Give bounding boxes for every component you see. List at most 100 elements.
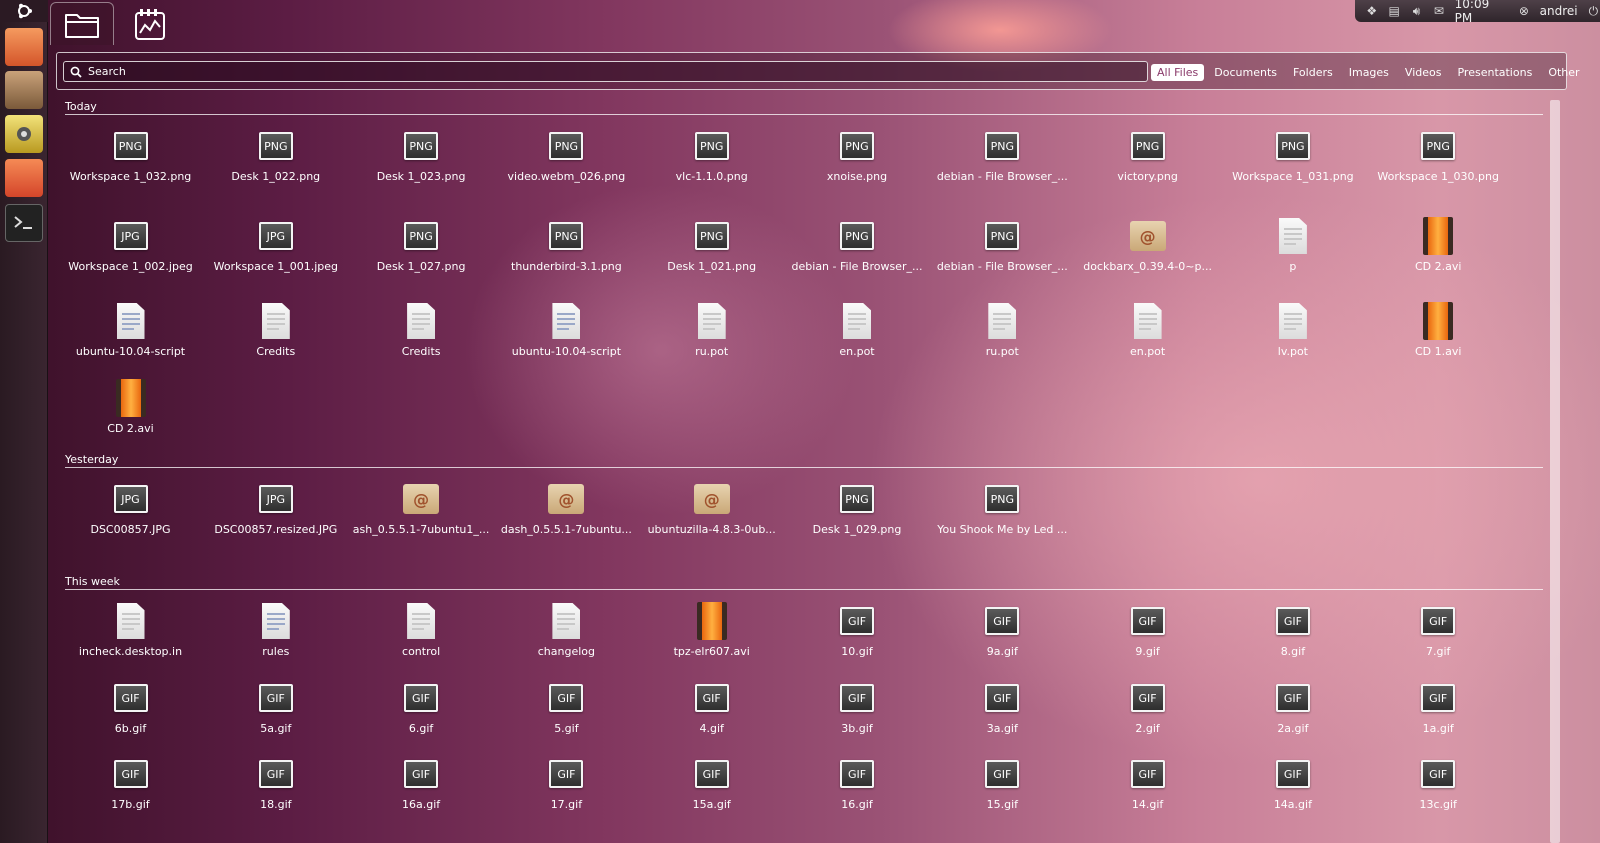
file-tile[interactable]: JPG Workspace 1_002.jpeg bbox=[58, 214, 203, 294]
file-tile[interactable]: GIF 8.gif bbox=[1220, 599, 1365, 679]
launcher-files-lens[interactable] bbox=[5, 159, 43, 197]
file-tile[interactable]: PNG Desk 1_021.png bbox=[639, 214, 784, 294]
tab-applications[interactable] bbox=[118, 2, 182, 45]
file-tile[interactable]: PNG debian - File Browser_... bbox=[930, 214, 1075, 294]
file-name: Workspace 1_002.jpeg bbox=[68, 260, 193, 273]
file-tile[interactable]: CD 1.avi bbox=[1366, 299, 1511, 379]
file-tile[interactable]: JPG Workspace 1_001.jpeg bbox=[203, 214, 348, 294]
launcher-software-center[interactable] bbox=[5, 71, 43, 109]
file-tile[interactable]: GIF 14a.gif bbox=[1220, 752, 1365, 832]
file-tile[interactable]: @ dockbarx_0.39.4-0~p... bbox=[1075, 214, 1220, 294]
file-tile[interactable]: GIF 2a.gif bbox=[1220, 676, 1365, 756]
file-tile[interactable]: GIF 6b.gif bbox=[58, 676, 203, 756]
file-tile[interactable]: CD 2.avi bbox=[58, 376, 203, 456]
file-tile[interactable]: PNG Workspace 1_031.png bbox=[1220, 124, 1365, 204]
file-tile[interactable]: GIF 3a.gif bbox=[930, 676, 1075, 756]
ubuntu-logo-button[interactable] bbox=[0, 0, 48, 22]
file-tile[interactable]: JPG DSC00857.resized.JPG bbox=[203, 477, 348, 557]
file-tile[interactable]: GIF 1a.gif bbox=[1366, 676, 1511, 756]
file-tile[interactable]: changelog bbox=[494, 599, 639, 679]
user-name[interactable]: andrei bbox=[1540, 4, 1578, 18]
search-box[interactable] bbox=[63, 61, 1148, 82]
file-tile[interactable]: PNG vlc-1.1.0.png bbox=[639, 124, 784, 204]
file-tile[interactable]: ubuntu-10.04-script bbox=[58, 299, 203, 379]
file-tile[interactable]: PNG Desk 1_023.png bbox=[349, 124, 494, 204]
file-tile[interactable]: GIF 6.gif bbox=[349, 676, 494, 756]
file-tile[interactable]: GIF 16a.gif bbox=[349, 752, 494, 832]
file-tile[interactable]: @ dash_0.5.5.1-7ubuntu... bbox=[494, 477, 639, 557]
clipboard-icon[interactable]: ▤ bbox=[1387, 4, 1400, 18]
file-tile[interactable]: PNG debian - File Browser_... bbox=[930, 124, 1075, 204]
launcher-terminal[interactable] bbox=[5, 204, 43, 242]
filter-all-files[interactable]: All Files bbox=[1151, 63, 1205, 81]
file-tile[interactable]: en.pot bbox=[1075, 299, 1220, 379]
file-tile[interactable]: PNG Desk 1_029.png bbox=[785, 477, 930, 557]
filter-images[interactable]: Images bbox=[1343, 64, 1395, 81]
png-image-icon: PNG bbox=[837, 477, 877, 521]
search-input[interactable] bbox=[88, 65, 1088, 78]
file-tile[interactable]: PNG thunderbird-3.1.png bbox=[494, 214, 639, 294]
user-status-icon[interactable]: ⊗ bbox=[1517, 4, 1530, 18]
file-tile[interactable]: Credits bbox=[203, 299, 348, 379]
file-tile[interactable]: GIF 2.gif bbox=[1075, 676, 1220, 756]
text-file-icon bbox=[256, 299, 296, 343]
file-tile[interactable]: control bbox=[349, 599, 494, 679]
file-tile[interactable]: p bbox=[1220, 214, 1365, 294]
file-tile[interactable]: GIF 18.gif bbox=[203, 752, 348, 832]
mail-icon[interactable]: ✉ bbox=[1432, 4, 1445, 18]
file-tile[interactable]: ru.pot bbox=[930, 299, 1075, 379]
file-tile[interactable]: PNG victory.png bbox=[1075, 124, 1220, 204]
file-tile[interactable]: ru.pot bbox=[639, 299, 784, 379]
png-image-icon: PNG bbox=[982, 214, 1022, 258]
file-tile[interactable]: GIF 15a.gif bbox=[639, 752, 784, 832]
power-icon[interactable]: ⏻ bbox=[1587, 4, 1600, 18]
file-tile[interactable]: GIF 14.gif bbox=[1075, 752, 1220, 832]
file-tile[interactable]: PNG debian - File Browser_... bbox=[785, 214, 930, 294]
file-tile[interactable]: GIF 5a.gif bbox=[203, 676, 348, 756]
file-tile[interactable]: GIF 5.gif bbox=[494, 676, 639, 756]
file-tile[interactable]: GIF 9a.gif bbox=[930, 599, 1075, 679]
file-name: Desk 1_027.png bbox=[376, 260, 466, 273]
file-tile[interactable]: GIF 17.gif bbox=[494, 752, 639, 832]
file-name: Desk 1_023.png bbox=[376, 170, 466, 183]
file-tile[interactable]: CD 2.avi bbox=[1366, 214, 1511, 294]
file-tile[interactable]: rules bbox=[203, 599, 348, 679]
filter-presentations[interactable]: Presentations bbox=[1451, 64, 1538, 81]
filter-videos[interactable]: Videos bbox=[1399, 64, 1448, 81]
file-tile[interactable]: @ ash_0.5.5.1-7ubuntu1_... bbox=[349, 477, 494, 557]
clock[interactable]: 10:09 PM bbox=[1455, 0, 1509, 25]
volume-icon[interactable]: 🔊︎ bbox=[1410, 4, 1423, 18]
file-tile[interactable]: GIF 3b.gif bbox=[785, 676, 930, 756]
file-tile[interactable]: GIF 13c.gif bbox=[1366, 752, 1511, 832]
file-tile[interactable]: GIF 9.gif bbox=[1075, 599, 1220, 679]
file-tile[interactable]: PNG Workspace 1_030.png bbox=[1366, 124, 1511, 204]
filter-documents[interactable]: Documents bbox=[1208, 64, 1283, 81]
file-tile[interactable]: GIF 10.gif bbox=[785, 599, 930, 679]
file-tile[interactable]: GIF 17b.gif bbox=[58, 752, 203, 832]
file-tile[interactable]: tpz-elr607.avi bbox=[639, 599, 784, 679]
file-tile[interactable]: PNG Desk 1_027.png bbox=[349, 214, 494, 294]
file-tile[interactable]: PNG xnoise.png bbox=[785, 124, 930, 204]
file-tile[interactable]: JPG DSC00857.JPG bbox=[58, 477, 203, 557]
launcher-music-player[interactable] bbox=[5, 115, 43, 153]
scrollbar[interactable] bbox=[1550, 100, 1560, 843]
launcher-home-folder[interactable] bbox=[5, 28, 43, 66]
file-tile[interactable]: PNG Desk 1_022.png bbox=[203, 124, 348, 204]
file-tile[interactable]: PNG Workspace 1_032.png bbox=[58, 124, 203, 204]
file-tile[interactable]: PNG You Shook Me by Led ... bbox=[930, 477, 1075, 557]
file-tile[interactable]: GIF 4.gif bbox=[639, 676, 784, 756]
tab-files[interactable] bbox=[50, 2, 114, 45]
filter-other[interactable]: Other bbox=[1542, 64, 1585, 81]
file-tile[interactable]: en.pot bbox=[785, 299, 930, 379]
file-tile[interactable]: GIF 7.gif bbox=[1366, 599, 1511, 679]
dropbox-icon[interactable]: ❖ bbox=[1365, 4, 1378, 18]
file-tile[interactable]: PNG video.webm_026.png bbox=[494, 124, 639, 204]
file-tile[interactable]: @ ubuntuzilla-4.8.3-0ub... bbox=[639, 477, 784, 557]
file-tile[interactable]: ubuntu-10.04-script bbox=[494, 299, 639, 379]
file-tile[interactable]: incheck.desktop.in bbox=[58, 599, 203, 679]
file-tile[interactable]: Credits bbox=[349, 299, 494, 379]
filter-folders[interactable]: Folders bbox=[1287, 64, 1339, 81]
file-tile[interactable]: GIF 16.gif bbox=[785, 752, 930, 832]
file-tile[interactable]: GIF 15.gif bbox=[930, 752, 1075, 832]
file-tile[interactable]: lv.pot bbox=[1220, 299, 1365, 379]
